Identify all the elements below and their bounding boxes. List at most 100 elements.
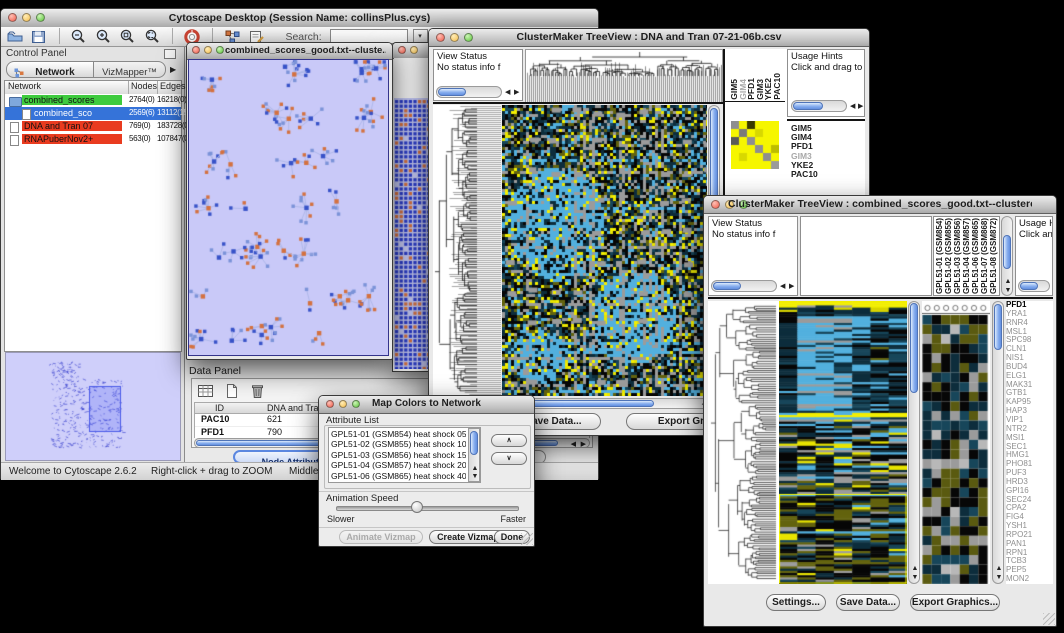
tv2-genes-vscrollbar[interactable]: ▲ ▼ (992, 301, 1004, 584)
scroll-right-icon[interactable]: ▶ (858, 103, 863, 110)
zoom-fit-icon[interactable] (143, 28, 163, 46)
open-file-icon[interactable] (5, 28, 25, 46)
scrollbar-thumb[interactable] (910, 303, 918, 393)
zoom-out-icon[interactable] (69, 28, 89, 46)
scrollbar-thumb[interactable] (470, 431, 478, 455)
tv2-export-graphics-button[interactable]: Export Graphics... (910, 594, 1000, 611)
network-overview-panel[interactable] (5, 352, 181, 461)
tv1-column-dendrogram[interactable] (525, 49, 723, 104)
attribute-table-icon[interactable] (196, 382, 216, 400)
map-dialog-titlebar[interactable]: Map Colors to Network (319, 396, 534, 414)
tv2-collabels-vscrollbar[interactable]: ▲ ▼ (1001, 216, 1013, 296)
treeview2-titlebar[interactable]: ClusterMaker TreeView : combined_scores_… (704, 196, 1056, 214)
close-icon[interactable] (398, 46, 406, 54)
tv2-column-label[interactable]: GPL51-01 (GSM854) (935, 216, 944, 294)
tv1-column-label[interactable]: PAC10 (772, 73, 782, 100)
attribute-list-item[interactable]: GPL51-03 (GSM856) heat shock 15 min (331, 450, 466, 460)
scrollbar-thumb[interactable] (1020, 282, 1038, 290)
col-edges[interactable]: Edges (158, 81, 181, 94)
move-up-button[interactable]: ∧ (491, 434, 527, 447)
tv2-column-tree-panel[interactable] (800, 216, 932, 296)
network-table-row[interactable]: DNA and Tran 07769(0)183728(0) (5, 120, 181, 133)
network-table-row[interactable]: RNAPuberNov2+563(0)107847(0) (5, 133, 181, 146)
zoom-window-icon[interactable] (216, 46, 224, 54)
tv1-zoom-heatmap[interactable] (731, 121, 779, 169)
tv2-column-label[interactable]: GPL51-04 (GSM857) (962, 216, 971, 294)
scroll-down-icon[interactable]: ▼ (996, 574, 1003, 581)
minimize-icon[interactable] (410, 46, 418, 54)
tv2-status-hscrollbar[interactable] (711, 280, 777, 292)
scrollbar-thumb[interactable] (994, 304, 1002, 350)
scrollbar-thumb[interactable] (793, 102, 823, 110)
tv2-hints-hscrollbar[interactable] (1018, 280, 1050, 292)
scroll-down-icon[interactable]: ▼ (1005, 287, 1012, 294)
tv1-zoom-row-label[interactable]: PAC10 (791, 170, 861, 179)
attribute-list-item[interactable]: GPL51-01 (GSM854) heat shock 05 min (331, 429, 466, 439)
scrollbar-thumb[interactable] (713, 282, 741, 290)
animation-slider-thumb[interactable] (411, 501, 423, 513)
float-panel-icon[interactable] (164, 49, 176, 59)
scroll-up-icon[interactable]: ▲ (996, 565, 1003, 572)
close-icon[interactable] (326, 400, 334, 408)
attribute-list-item[interactable]: GPL51-07 (GSM868) heat shock 60 min (331, 481, 466, 483)
scroll-down-icon[interactable]: ▼ (472, 473, 479, 480)
close-icon[interactable] (8, 13, 17, 22)
animate-vizmap-button[interactable]: Animate Vizmap (339, 530, 423, 544)
scroll-right-icon[interactable]: ▶ (514, 89, 519, 96)
tv2-save-data-button[interactable]: Save Data... (836, 594, 900, 611)
scroll-up-icon[interactable]: ▲ (912, 565, 919, 572)
tv2-column-label[interactable]: GPL51-07 (GSM868) (980, 216, 989, 294)
col-nodes[interactable]: Nodes (129, 81, 158, 94)
tv2-heatmap[interactable] (779, 301, 907, 584)
new-attribute-icon[interactable] (222, 382, 242, 400)
network1-view-canvas[interactable] (189, 60, 388, 355)
network2-view-canvas[interactable] (394, 98, 431, 369)
col-id[interactable]: ID (215, 403, 224, 414)
scroll-up-icon[interactable]: ▲ (472, 465, 479, 472)
network-table-row[interactable]: combined_sco2569(6)13112(15) (5, 107, 181, 120)
close-icon[interactable] (436, 33, 445, 42)
network-overview-canvas[interactable] (7, 354, 179, 459)
network1-titlebar[interactable]: combined_scores_good.txt--cluste... (187, 43, 392, 60)
tv2-column-label[interactable]: GPL51-02 (GSM855) (944, 216, 953, 294)
scroll-up-icon[interactable]: ▲ (1005, 278, 1012, 285)
attribute-list-item[interactable]: GPL51-02 (GSM855) heat shock 10 min (331, 439, 466, 449)
tv2-heatmap-vscrollbar[interactable]: ▲ ▼ (908, 301, 920, 584)
tab-overflow-arrow-icon[interactable]: ▶ (170, 65, 176, 74)
tv1-status-hscrollbar[interactable] (436, 86, 502, 98)
scroll-left-icon[interactable]: ◀ (850, 103, 855, 110)
animation-slider-track[interactable] (336, 506, 519, 511)
col-network[interactable]: Network (5, 81, 129, 94)
minimize-icon[interactable] (204, 46, 212, 54)
resize-grip[interactable] (1043, 613, 1055, 625)
tab-vizmapper[interactable]: VizMapper™ (94, 61, 166, 78)
scroll-left-icon[interactable]: ◀ (780, 283, 785, 290)
scroll-left-icon[interactable]: ◀ (571, 441, 576, 448)
zoom-selected-icon[interactable] (118, 28, 138, 46)
tv2-row-dendrogram[interactable] (708, 301, 779, 584)
scrollbar-thumb[interactable] (438, 88, 466, 96)
main-titlebar[interactable]: Cytoscape Desktop (Session Name: collins… (1, 9, 598, 28)
tv2-settings-button[interactable]: Settings... (766, 594, 826, 611)
tv1-row-dendrogram[interactable] (433, 105, 501, 396)
delete-attribute-icon[interactable] (248, 382, 268, 400)
scroll-down-icon[interactable]: ▼ (912, 574, 919, 581)
zoom-in-icon[interactable] (94, 28, 114, 46)
tv2-gene-label[interactable]: MON2 (1006, 575, 1053, 584)
save-icon[interactable] (29, 28, 49, 46)
attribute-list-vscrollbar[interactable]: ▲ ▼ (468, 428, 480, 482)
tv2-column-label[interactable]: GPL51-06 (GSM865) (971, 216, 980, 294)
network-table-row[interactable]: combined_scores2764(0)16218(0) (5, 94, 181, 107)
network2-titlebar[interactable] (393, 43, 433, 59)
resize-grip[interactable] (521, 533, 533, 545)
treeview1-titlebar[interactable]: ClusterMaker TreeView : DNA and Tran 07-… (429, 29, 869, 47)
attribute-list[interactable]: GPL51-01 (GSM854) heat shock 05 minGPL51… (328, 427, 481, 483)
scrollbar-thumb[interactable] (1003, 235, 1011, 269)
scroll-left-icon[interactable]: ◀ (505, 89, 510, 96)
attribute-list-item[interactable]: GPL51-04 (GSM857) heat shock 20 min (331, 460, 466, 470)
close-icon[interactable] (711, 200, 720, 209)
tv2-zoom-heatmap[interactable] (922, 301, 990, 584)
tab-network[interactable]: Network (6, 61, 94, 78)
move-down-button[interactable]: ∨ (491, 452, 527, 465)
tv1-hints-hscrollbar[interactable] (791, 100, 847, 112)
